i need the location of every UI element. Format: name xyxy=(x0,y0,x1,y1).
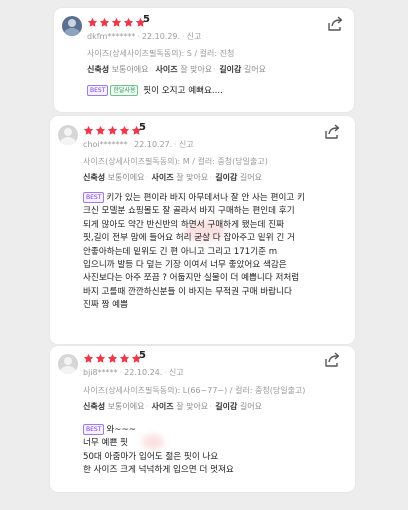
attr-value: 길어요 xyxy=(243,65,266,74)
reviewer-id: dkfm******* xyxy=(87,32,136,41)
review-line: 한 사이즈 크게 넉넉하게 입으면 더 멋져요 xyxy=(83,465,234,476)
attr-value: 잘 맞아요 xyxy=(176,173,209,182)
review-line: 크신 모델분 쇼핑몰도 잘 골라서 바지 구매하는 편인데 후기 xyxy=(83,206,295,217)
attr-label: 사이즈 xyxy=(155,65,178,74)
star-icon xyxy=(83,353,94,363)
share-icon[interactable] xyxy=(326,15,344,33)
rating-stars xyxy=(87,16,147,28)
attr-value: 길어요 xyxy=(239,402,262,411)
review-text: BEST 키가 있는 편이라 바지 아무데서나 잘 안 사는 편이고 키 크신 모… xyxy=(83,192,351,313)
review-line: 사진보다는 아주 쪼끔 ? 어둡지만 실물이 더 예쁩니다 저처럼 xyxy=(83,273,300,284)
review-line: 되게 많아도 약간 반신반의 하면서 구매하게 됐는데 진짜 xyxy=(83,219,284,230)
attribute-row: 신축성 보통이에요· 사이즈 잘 맞아요· 길이감 길어요 xyxy=(83,402,262,411)
attr-value: 길어요 xyxy=(239,173,262,182)
attr-label: 길이감 xyxy=(219,65,242,74)
attr-label: 신축성 xyxy=(87,65,110,74)
attr-value: 보통이에요 xyxy=(107,402,145,411)
star-icon xyxy=(123,17,134,27)
attr-label: 사이즈 xyxy=(151,173,174,182)
option-info: 사이즈(상세사이즈필독동의): S / 컬러: 진청 xyxy=(87,49,235,58)
attr-label: 길이감 xyxy=(215,402,238,411)
review-meta: choi******* · 22.10.27. · 신고 xyxy=(83,140,194,149)
attribute-row: 신축성 보통이에요· 사이즈 잘 맞아요· 길이감 길어요 xyxy=(83,173,262,182)
review-meta: dkfm******* · 22.10.29. · 신고 xyxy=(87,32,202,41)
star-icon xyxy=(107,125,118,135)
avatar-icon xyxy=(62,16,82,36)
review-line: 와~~~ xyxy=(106,425,136,435)
review-line: 바지 고를때 깐깐하신분들 이 바지는 무적권 구매 바랍니다 xyxy=(83,286,292,297)
review-line: 핏,길이 전부 맘에 들어요 허리 굳살 다 잡아주고 밑위 긴 거 xyxy=(83,233,295,244)
review-card: 5 choi******* · 22.10.27. · 신고 사이즈(상세사이즈필독동의… xyxy=(50,116,355,344)
star-icon xyxy=(107,353,118,363)
share-icon[interactable] xyxy=(323,123,341,141)
review-line: 진짜 짱 예쁨 xyxy=(83,300,128,311)
star-icon xyxy=(83,125,94,135)
attr-value: 잘 맞아요 xyxy=(180,65,213,74)
rating-stars xyxy=(83,352,143,364)
star-icon xyxy=(119,353,130,363)
attr-label: 신축성 xyxy=(83,402,106,411)
option-info: 사이즈(상세사이즈필독동의): L(66~77~) / 컬러: 중청(당일출고) xyxy=(83,386,306,395)
star-icon xyxy=(111,17,122,27)
attr-value: 보통이에요 xyxy=(107,173,145,182)
attr-value: 보통이에요 xyxy=(111,65,149,74)
option-info: 사이즈(상세사이즈필독동의): M / 컬러: 중청(당일출고) xyxy=(83,157,268,166)
review-date: 22.10.24. xyxy=(124,368,163,377)
avatar-icon xyxy=(58,125,78,145)
report-link[interactable]: 신고 xyxy=(187,32,202,41)
star-icon xyxy=(87,17,98,27)
best-badge: BEST xyxy=(83,424,105,435)
attribute-row: 신축성 보통이에요· 사이즈 잘 맞아요· 길이감 길어요 xyxy=(87,65,266,74)
attr-label: 길이감 xyxy=(215,173,238,182)
rating-score: 5 xyxy=(139,122,146,133)
review-line: 안좋아하는데 밑위도 긴 편 아니고 그리고 171기준 m xyxy=(83,246,278,257)
rating-score: 5 xyxy=(139,350,146,361)
rating-stars xyxy=(83,124,143,136)
rating-score: 5 xyxy=(143,14,150,25)
avatar-icon xyxy=(58,354,78,374)
attr-label: 사이즈 xyxy=(151,402,174,411)
review-line: 키가 있는 편이라 바지 아무데서나 잘 안 사는 편이고 키 xyxy=(106,193,305,203)
best-badge: BEST xyxy=(83,192,105,203)
review-date: 22.10.27. xyxy=(134,140,173,149)
review-text: BEST 와~~~ 너무 예쁜 핏 50대 아줌마가 입어도 젊은 핏이 나요 한… xyxy=(83,424,234,478)
review-line: 핏이 오지고 예뻐요.... xyxy=(143,86,223,96)
review-line: 50대 아줌마가 입어도 젊은 핏이 나요 xyxy=(83,451,219,462)
review-line: 입으니까 발등 다 덮는 기장 이여서 너무 좋았어요 색감은 xyxy=(83,259,287,270)
reviewer-id: choi******* xyxy=(83,140,128,149)
review-card: 5 bji8***** · 22.10.24. · 신고 사이즈(상세사이즈필독동의):… xyxy=(50,346,355,492)
month-use-badge: 한달사용 xyxy=(110,85,139,96)
review-meta: bji8***** · 22.10.24. · 신고 xyxy=(83,368,184,377)
attr-value: 잘 맞아요 xyxy=(176,402,209,411)
review-text: BEST 한달사용 핏이 오지고 예뻐요.... xyxy=(87,85,223,98)
review-line: 너무 예쁜 핏 xyxy=(83,438,128,449)
reviewer-id: bji8***** xyxy=(83,368,118,377)
best-badge: BEST xyxy=(87,85,109,96)
star-icon xyxy=(95,353,106,363)
review-date: 22.10.29. xyxy=(141,32,181,41)
star-icon xyxy=(119,125,130,135)
attr-label: 신축성 xyxy=(83,173,106,182)
report-link[interactable]: 신고 xyxy=(169,368,184,377)
star-icon xyxy=(99,17,110,27)
review-card: 5 dkfm******* · 22.10.29. · 신고 사이즈(상세사이즈필독동의… xyxy=(54,8,354,112)
report-link[interactable]: 신고 xyxy=(179,140,194,149)
share-icon[interactable] xyxy=(323,351,341,369)
star-icon xyxy=(95,125,106,135)
